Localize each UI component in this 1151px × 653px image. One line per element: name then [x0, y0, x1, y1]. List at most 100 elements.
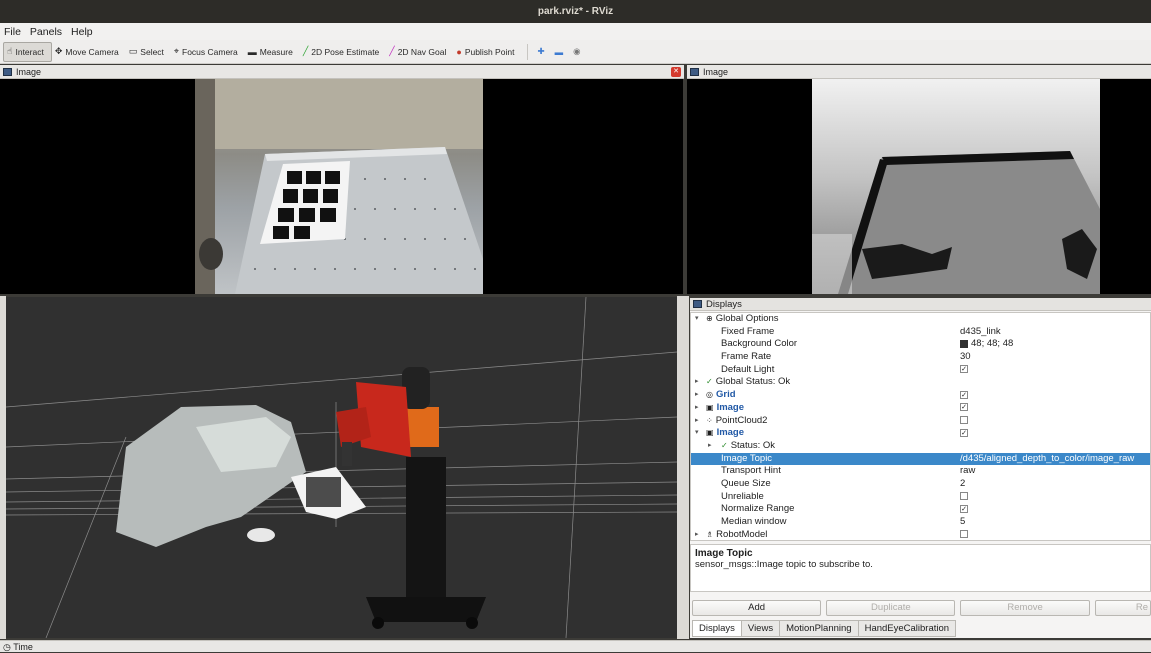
image-panel-right-title: Image [703, 66, 729, 77]
tree-value[interactable]: 48; 48; 48 [960, 338, 1013, 351]
tree-row[interactable]: Fixed Frame d435_link [691, 326, 1150, 339]
checkbox[interactable]: ✓ [960, 365, 968, 374]
tree-value[interactable]: /d435/aligned_depth_to_color/image_raw [960, 453, 1134, 466]
menu-file[interactable]: File [0, 26, 26, 38]
tree-row[interactable]: ▸ ▣ Image ✓ [691, 402, 1150, 415]
tool-label: Interact [15, 46, 44, 57]
tree-label-text: Median window [721, 516, 787, 527]
tree-value[interactable]: ✓ [960, 427, 968, 440]
tree-row[interactable]: Transport Hint raw [691, 465, 1150, 478]
tree-value[interactable] [960, 415, 968, 428]
tree-label-text: Frame Rate [721, 351, 772, 363]
expand-arrow-icon[interactable]: ▸ [695, 529, 699, 540]
tree-value[interactable]: 30 [960, 351, 971, 364]
tree-row[interactable]: ▸ ◎ Grid ✓ [691, 389, 1150, 402]
expand-arrow-icon[interactable]: ▸ [695, 389, 699, 402]
tab-displays[interactable]: Displays [692, 620, 742, 637]
add-button[interactable]: Add [692, 600, 822, 616]
tree-value[interactable] [960, 491, 968, 504]
tree-label: Median window [721, 516, 786, 529]
tab-views[interactable]: Views [741, 620, 781, 637]
toolbar: ☝ Interact ✥ Move Camera ▭ Select ⌖ Focus Camer… [0, 40, 1151, 64]
remove-button[interactable]: Remove [960, 600, 1090, 616]
tree-row[interactable]: Queue Size 2 [691, 478, 1150, 491]
tree-row[interactable]: ▸ ♗ RobotModel [691, 529, 1150, 540]
tree-label-text: Image [716, 427, 745, 439]
tree-row[interactable]: ▸ ⁘ PointCloud2 [691, 415, 1150, 428]
tool-move-camera[interactable]: ✥ Move Camera [52, 42, 126, 62]
tool-measure[interactable]: ▬ Measure [245, 42, 300, 62]
right-dock-handle[interactable] [677, 296, 689, 639]
tree-value[interactable]: d435_link [960, 326, 1001, 339]
window-title: park.rviz* - RViz [0, 0, 1151, 23]
tree-label: Queue Size [721, 478, 771, 491]
tree-value[interactable]: ✓ [960, 402, 968, 415]
tree-row[interactable]: Image Topic/d435/aligned_depth_to_color/… [691, 452, 1150, 466]
display-buttons: Add Duplicate Remove Re [690, 600, 1151, 616]
collapse-arrow-icon[interactable]: ▾ [695, 427, 699, 440]
display-type-icon: ⊕ [706, 314, 713, 323]
tree-row[interactable]: Unreliable [691, 491, 1150, 504]
collapse-arrow-icon[interactable]: ▾ [695, 313, 699, 326]
add-tool-icon[interactable]: ✚ [534, 42, 551, 62]
checkbox[interactable]: ✓ [960, 504, 968, 513]
render-3d-view[interactable] [6, 297, 677, 638]
expand-arrow-icon[interactable]: ▸ [708, 440, 712, 453]
tree-value[interactable]: ✓ [960, 503, 968, 516]
tree-value-text: 5 [960, 516, 966, 527]
duplicate-button[interactable]: Duplicate [826, 600, 956, 616]
close-icon[interactable]: ✕ [671, 67, 681, 77]
tool-label: Move Camera [65, 46, 119, 57]
image-display-icon [690, 67, 699, 76]
menubar: File Panels Help [0, 23, 1151, 40]
tree-row[interactable]: ▾ ▣ Image ✓ [691, 427, 1150, 440]
tree-row[interactable]: Frame Rate 30 [691, 351, 1150, 364]
checkbox[interactable]: ✓ [960, 390, 968, 399]
expand-arrow-icon[interactable]: ▸ [695, 376, 699, 389]
tree-label-text: Image [716, 401, 745, 413]
tool-2d-pose-estimate[interactable]: ╱ 2D Pose Estimate [300, 42, 386, 62]
tree-value[interactable]: 2 [960, 478, 965, 491]
tool-select[interactable]: ▭ Select [126, 42, 171, 62]
tool-interact[interactable]: ☝ Interact [3, 41, 52, 62]
remove-tool-icon[interactable]: ▬ [552, 42, 571, 62]
expand-arrow-icon[interactable]: ▸ [695, 402, 699, 415]
tree-row[interactable]: Background Color 48; 48; 48 [691, 338, 1150, 351]
tool-label: 2D Pose Estimate [311, 46, 380, 57]
tool-focus-camera[interactable]: ⌖ Focus Camera [171, 42, 245, 62]
grid-and-scene [6, 297, 677, 638]
checkbox[interactable] [960, 415, 968, 424]
tree-row[interactable]: Normalize Range ✓ [691, 503, 1150, 516]
re-button[interactable]: Re [1094, 600, 1151, 616]
checkbox[interactable]: ✓ [960, 428, 968, 437]
checkbox[interactable] [960, 530, 968, 539]
camera-type-icon[interactable]: ◉ [570, 42, 587, 62]
tree-value[interactable]: raw [960, 465, 975, 478]
checkbox[interactable]: ✓ [960, 403, 968, 412]
tree-value[interactable]: ✓ [960, 364, 968, 377]
tool-publish-point[interactable]: ● Publish Point [453, 42, 521, 62]
tree-row[interactable]: ▸ ✓ Global Status: Ok [691, 376, 1150, 389]
tab-handeyecalibration[interactable]: HandEyeCalibration [858, 620, 957, 637]
menu-help[interactable]: Help [67, 26, 98, 38]
tree-row[interactable]: Default Light ✓ [691, 364, 1150, 377]
move-camera-icon: ✥ [54, 46, 63, 56]
tree-value[interactable] [960, 529, 968, 540]
tree-value[interactable]: 5 [960, 516, 965, 529]
camera-image-depth [687, 79, 1151, 294]
menu-panels[interactable]: Panels [26, 26, 67, 38]
tree-value-text: 30 [960, 351, 971, 363]
tree-row[interactable]: ▸ ✓ Status: Ok [691, 440, 1150, 453]
tree-value[interactable]: ✓ [960, 389, 968, 402]
tool-2d-nav-goal[interactable]: ╱ 2D Nav Goal [386, 42, 453, 62]
tree-row[interactable]: ▾ ⊕ Global Options [691, 313, 1150, 326]
checkbox[interactable] [960, 492, 968, 501]
tab-motionplanning[interactable]: MotionPlanning [780, 620, 859, 637]
tree-label-text: Unreliable [721, 490, 764, 502]
clock-icon: ◷ [3, 642, 14, 652]
image-panel-left-header: Image ✕ [0, 65, 684, 79]
expand-arrow-icon[interactable]: ▸ [695, 415, 699, 428]
toolbar-separator [527, 43, 529, 60]
tree-row[interactable]: Median window 5 [691, 516, 1150, 529]
tree-label-text: Transport Hint [721, 465, 781, 477]
